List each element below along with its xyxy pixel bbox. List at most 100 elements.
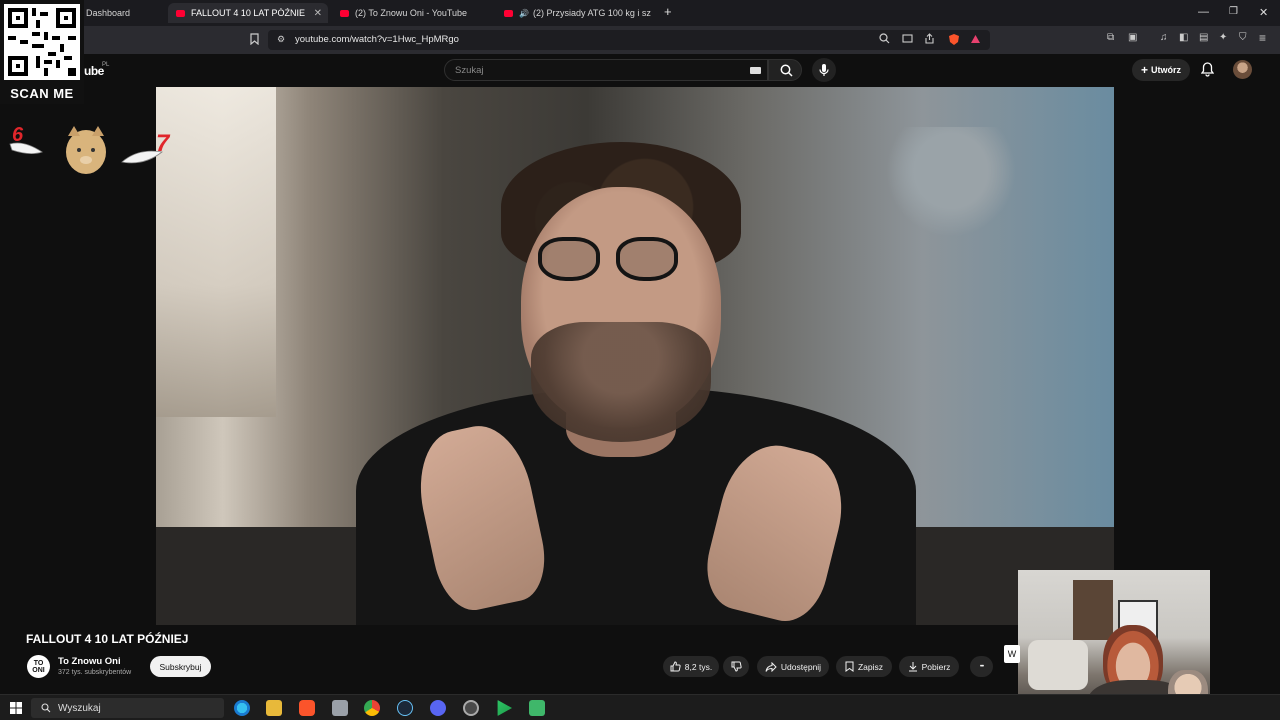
youtube-logo[interactable]: ube (84, 64, 104, 78)
search-placeholder: Szukaj (455, 65, 484, 76)
vpn-icon[interactable]: ⛉ (1239, 32, 1247, 43)
share-page-icon[interactable] (924, 33, 935, 47)
tab-label: (2) To Znowu Oni - YouTube (355, 8, 468, 18)
save-icon (845, 661, 854, 672)
share-icon (765, 661, 777, 672)
qr-code-overlay: SCAN ME (0, 0, 84, 104)
subscriber-count: 372 tys. subskrybentów (58, 669, 132, 676)
tab-search-icon[interactable]: ▤ (1199, 32, 1208, 43)
search-button[interactable] (768, 59, 802, 81)
youtube-favicon-icon (340, 9, 349, 17)
spreadsheet-icon[interactable] (529, 700, 545, 716)
media-icon[interactable]: ♫ (1160, 32, 1168, 43)
scan-me-label: SCAN ME (0, 84, 84, 104)
cat-sticker-overlay: 6 7 (6, 122, 178, 178)
url-text[interactable]: youtube.com/watch?v=1Hwc_HpMRgo (295, 34, 459, 45)
brave-shields-icon[interactable] (948, 33, 960, 49)
glasses-left-lens (538, 237, 600, 281)
sidebar-icon[interactable]: ◧ (1179, 32, 1188, 43)
leo-ai-icon[interactable]: ✦ (1219, 32, 1227, 43)
cast-icon[interactable] (902, 34, 913, 47)
player-icon[interactable] (497, 700, 512, 716)
region-code: PL (102, 62, 110, 68)
address-bar[interactable]: ⚙ youtube.com/watch?v=1Hwc_HpMRgo (268, 30, 990, 50)
discord-icon[interactable] (430, 700, 446, 716)
tab-label: Dashboard (86, 8, 131, 18)
save-button[interactable]: Zapisz (836, 656, 892, 677)
youtube-favicon-icon (176, 9, 185, 17)
glasses-right-lens (616, 237, 678, 281)
plus-icon: + (1140, 63, 1148, 77)
close-tab-icon[interactable]: ✕ (314, 8, 322, 19)
extensions-icon[interactable]: ⧉ (1107, 32, 1114, 43)
browser-tab-strip: Dashboard FALLOUT 4 10 LAT PÓŹNIEJ - Yo … (0, 0, 1280, 26)
brave-rewards-icon[interactable] (970, 34, 981, 47)
wallet-icon[interactable]: ▣ (1128, 32, 1137, 43)
create-label: Utwórz (1151, 65, 1181, 75)
share-button[interactable]: Udostępnij (757, 656, 829, 677)
like-button[interactable]: 8,2 tys. (663, 656, 719, 677)
brave-browser-icon[interactable] (299, 700, 315, 716)
youtube-favicon-icon (504, 9, 513, 17)
site-settings-icon[interactable]: ⚙ (277, 34, 285, 45)
video-title: FALLOUT 4 10 LAT PÓŹNIEJ (26, 632, 189, 646)
video-player[interactable] (156, 87, 1114, 625)
channel-avatar[interactable]: TO ONI (27, 655, 50, 678)
obs-icon[interactable] (463, 700, 479, 716)
like-count: 8,2 tys. (684, 661, 713, 672)
chrome-icon[interactable] (364, 700, 380, 716)
zoom-icon[interactable] (879, 33, 890, 47)
dislike-button[interactable] (723, 656, 749, 677)
tab-dashboard[interactable]: Dashboard (78, 3, 164, 23)
tab-to-znowu-oni[interactable]: (2) To Znowu Oni - YouTube (332, 3, 492, 23)
thumbs-up-icon (670, 661, 681, 672)
microphone-icon (819, 64, 829, 76)
steam-icon[interactable] (397, 700, 413, 716)
save-label: Zapisz (857, 661, 884, 672)
tab-przysiady[interactable]: 🔊 (2) Przysiady ATG 100 kg i szafka (496, 3, 656, 23)
browser-toolbar: ⚙ youtube.com/watch?v=1Hwc_HpMRgo ⧉ ▣ ♫ … (0, 26, 1280, 54)
tab-label: FALLOUT 4 10 LAT PÓŹNIEJ - Yo (191, 8, 305, 18)
more-actions-button[interactable]: ••• (970, 656, 993, 677)
webcam-bookshelf (1073, 580, 1113, 640)
sticker-number-right: 7 (156, 130, 170, 157)
search-icon (41, 703, 51, 713)
tab-fallout-video[interactable]: FALLOUT 4 10 LAT PÓŹNIEJ - Yo ✕ (168, 3, 328, 23)
menu-icon[interactable]: ≡ (1259, 31, 1266, 45)
windows-start-icon[interactable] (10, 701, 22, 719)
app-icon[interactable] (332, 700, 348, 716)
taskbar-search[interactable]: Wyszukaj (31, 698, 224, 718)
new-tab-button[interactable]: + (664, 4, 672, 19)
voice-search-button[interactable] (812, 58, 836, 82)
webcam-chair (1028, 640, 1088, 690)
speaker-icon: 🔊 (519, 8, 529, 18)
thumbs-down-icon (731, 661, 742, 672)
account-avatar[interactable] (1233, 60, 1252, 79)
notifications-bell-icon[interactable] (1200, 62, 1215, 82)
share-label: Udostępnij (780, 661, 822, 672)
youtube-masthead: ube PL Szukaj + Utwórz (0, 54, 1280, 87)
qr-code (4, 4, 80, 80)
tab-label: (2) Przysiady ATG 100 kg i szafka (532, 8, 651, 18)
search-input[interactable]: Szukaj (444, 59, 768, 81)
channel-name[interactable]: To Znowu Oni (58, 656, 121, 667)
download-icon (908, 662, 917, 672)
lamp-shade (886, 127, 1016, 237)
windows-taskbar: Wyszukaj (0, 694, 1280, 720)
download-button[interactable]: Pobierz (899, 656, 959, 677)
close-window-button[interactable]: ✕ (1259, 6, 1268, 19)
create-button[interactable]: + Utwórz (1132, 59, 1190, 81)
download-label: Pobierz (921, 661, 951, 672)
bookmark-icon[interactable] (250, 33, 259, 48)
minimize-button[interactable]: — (1198, 6, 1209, 18)
webcam-tag: W (1004, 645, 1020, 663)
keyboard-icon[interactable] (750, 67, 761, 74)
search-icon (780, 64, 793, 77)
subscribe-button[interactable]: Subskrybuj (150, 656, 211, 677)
edge-icon[interactable] (234, 700, 250, 716)
presenter-beard (531, 322, 711, 442)
file-explorer-icon[interactable] (266, 700, 282, 716)
restore-button[interactable]: ❐ (1229, 6, 1238, 17)
sticker-number-left: 6 (12, 124, 24, 146)
taskbar-search-label: Wyszukaj (58, 702, 101, 714)
